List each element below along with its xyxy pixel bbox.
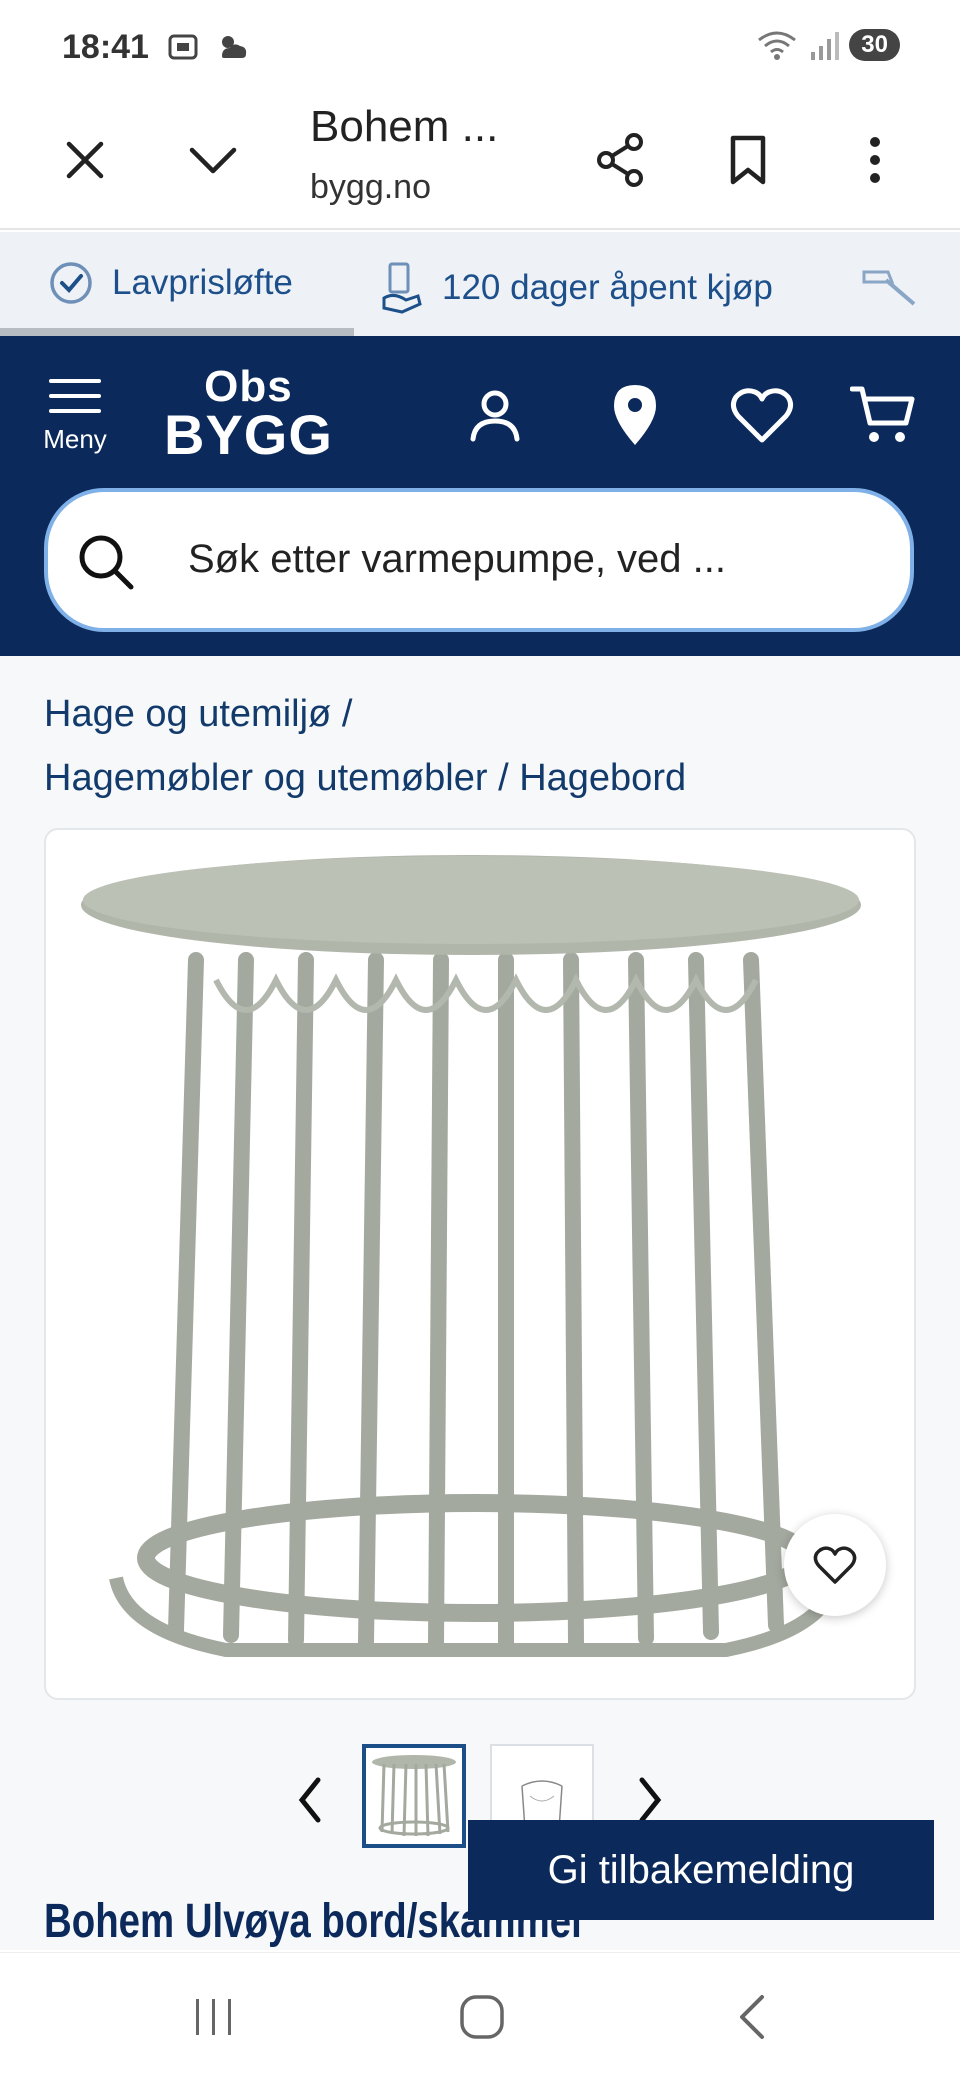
share-icon [597,133,643,187]
user-icon [470,390,520,442]
feedback-button[interactable]: Gi tilbakemelding [468,1820,934,1920]
status-time: 18:41 [62,28,149,66]
minimize-button[interactable] [183,130,243,190]
page-url[interactable]: bygg.no [310,168,431,207]
menu-button[interactable]: Meny [40,376,110,455]
menu-label: Meny [43,424,107,454]
share-button[interactable] [590,130,650,190]
breadcrumb-separator: / [341,693,353,735]
more-options-button[interactable] [845,130,905,190]
back-button[interactable] [712,1987,792,2047]
browser-toolbar: Bohem ... bygg.no [0,90,960,230]
product-page: Hage og utemiljø / Hagemøbler og utemøbl… [0,656,960,1950]
add-to-wishlist-button[interactable] [784,1514,886,1616]
usp-bar: Lavprisløfte 120 dager åpent kjøp [0,232,960,336]
cart-icon [850,386,915,442]
hammer-icon [862,270,916,306]
receipt-hand-icon [382,262,422,314]
breadcrumb: Hage og utemiljø / Hagemøbler og utemøbl… [44,682,924,810]
prev-image-button[interactable] [285,1770,335,1830]
usp-item[interactable]: Lavprisløfte [48,260,293,306]
wishlist-button[interactable] [727,380,797,450]
back-icon [740,1995,764,2039]
usp-item[interactable]: 120 dager åpent kjøp [380,260,773,316]
hamburger-icon [49,379,101,413]
location-pin-icon [614,385,656,445]
obs-bygg-logo[interactable]: Obs BYGG [164,365,333,463]
system-nav-bar [0,1952,960,2080]
battery-indicator: 30 [849,29,900,61]
more-vertical-icon [870,137,880,183]
bookmark-button[interactable] [718,130,778,190]
usp-label: Lavprisløfte [112,263,293,302]
chevron-down-icon [189,147,237,174]
heart-outline-icon [813,1546,857,1584]
store-locator-button[interactable] [600,380,670,450]
search-icon[interactable] [76,532,136,592]
account-button[interactable] [460,380,530,450]
recent-apps-icon [196,1999,231,2035]
close-icon [66,141,104,179]
thumbnail-image-1[interactable] [362,1744,466,1848]
close-tab-button[interactable] [55,130,115,190]
bookmark-icon [730,135,766,185]
weather-icon [222,36,247,58]
wifi-icon [758,31,797,60]
heart-icon [730,388,794,443]
screenshot-icon [168,34,198,60]
status-bar: 18:41 30 [0,0,960,90]
usp-carousel-progress [0,328,354,336]
home-button[interactable] [442,1987,522,2047]
home-icon [460,1995,504,2039]
chevron-right-icon [639,1777,662,1823]
search-bar[interactable] [44,488,914,632]
signal-icon [811,32,840,60]
breadcrumb-item[interactable]: Hagemøbler og utemøbler [44,757,488,799]
search-input[interactable] [188,524,868,594]
check-circle-icon [50,262,92,304]
recent-apps-button[interactable] [174,1987,254,2047]
cart-button[interactable] [848,380,918,450]
usp-label: 120 dager åpent kjøp [442,268,773,307]
breadcrumb-item[interactable]: Hage og utemiljø [44,693,331,735]
breadcrumb-item[interactable]: Hagebord [519,757,686,799]
page-title: Bohem ... [310,102,499,151]
thumbnail-table-photo [372,1755,456,1837]
chevron-left-icon [298,1777,321,1823]
site-header: Meny Obs BYGG [0,336,960,656]
breadcrumb-separator: / [498,757,509,799]
